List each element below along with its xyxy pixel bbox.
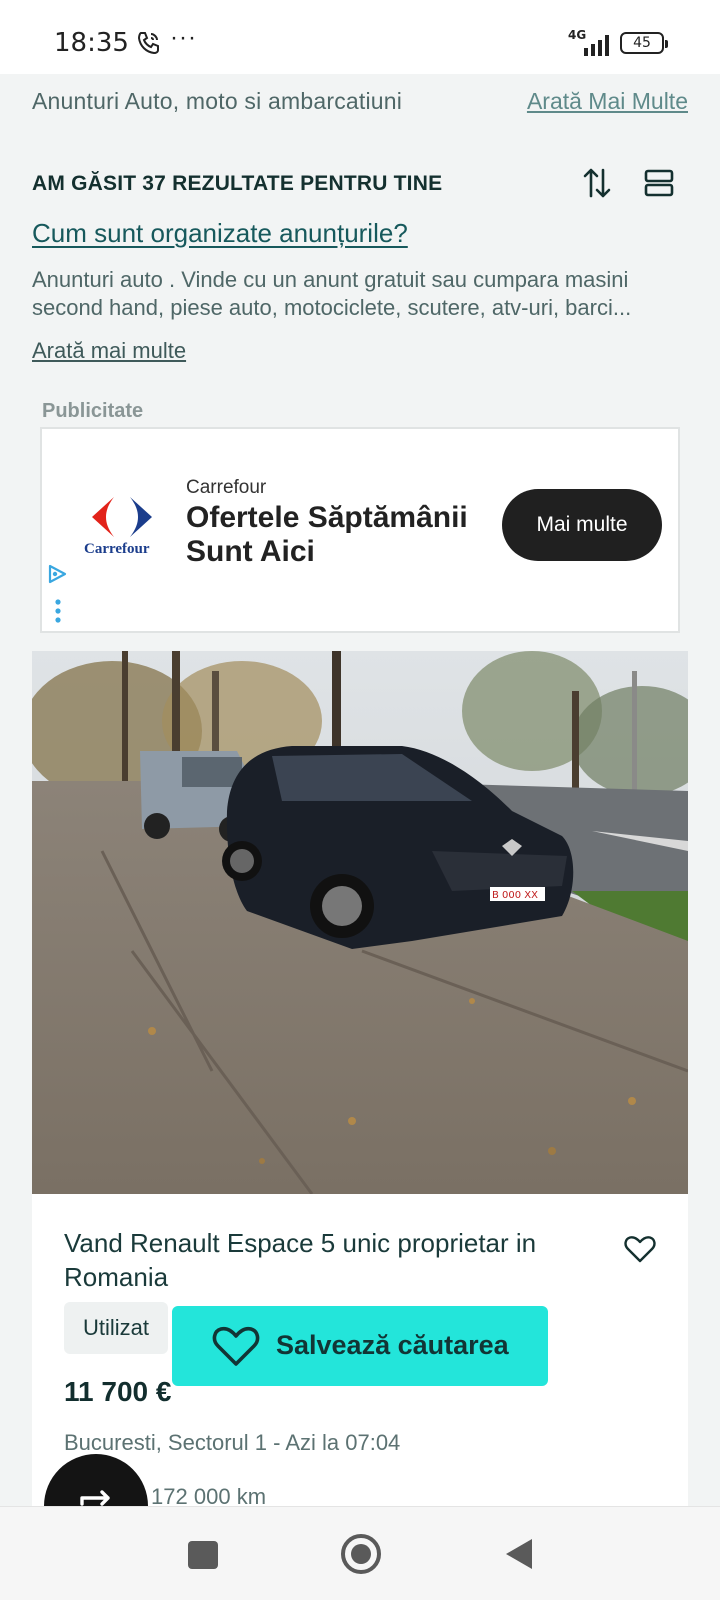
ad-advertiser: Carrefour <box>186 477 267 498</box>
battery-icon: 45 <box>620 32 668 54</box>
carrefour-logo-text: Carrefour <box>84 541 150 557</box>
car-photo-illustration: B 000 XX <box>32 651 688 1194</box>
listing-photo[interactable]: B 000 XX <box>32 651 688 1194</box>
heart-outline-icon <box>212 1326 260 1366</box>
save-search-label: Salvează căutarea <box>276 1330 509 1360</box>
show-more-description-link[interactable]: Arată mai multe <box>32 338 186 364</box>
show-more-categories-link[interactable]: Arată Mai Multe <box>527 88 688 115</box>
listing-title[interactable]: Vand Renault Espace 5 unic proprietar in… <box>64 1226 574 1294</box>
ad-options-icon[interactable] <box>55 599 61 623</box>
ad-label: Publicitate <box>42 400 144 422</box>
heart-icon[interactable] <box>624 1234 656 1264</box>
listing-location-date: Bucuresti, Sectorul 1 - Azi la 07:04 <box>64 1430 401 1455</box>
ad-headline: Ofertele Săptămânii Sunt Aici <box>186 501 468 568</box>
recents-icon[interactable] <box>188 1541 218 1569</box>
wifi-call-icon <box>137 32 159 55</box>
save-search-button[interactable]: Salvează căutarea <box>172 1306 548 1386</box>
back-icon[interactable] <box>504 1537 534 1571</box>
adchoices-icon[interactable] <box>46 563 68 585</box>
category-breadcrumb: Anunturi Auto, moto si ambarcatiuni <box>32 88 403 114</box>
results-count-title: AM GĂSIT 37 REZULTATE PENTRU TINE <box>32 172 443 195</box>
system-nav-bar <box>0 1506 720 1600</box>
ad-banner[interactable]: Carrefour Carrefour Ofertele Săptămânii … <box>40 427 680 633</box>
license-plate: B 000 XX <box>492 890 538 901</box>
category-description: Anunturi auto . Vinde cu un anunt gratui… <box>32 267 632 320</box>
condition-badge: Utilizat <box>64 1302 168 1354</box>
ad-more-button[interactable]: Mai multe <box>502 489 662 561</box>
home-icon[interactable] <box>340 1533 382 1575</box>
status-bar: 18:35 ··· 4G 45 <box>0 0 720 74</box>
how-listings-organized-link[interactable]: Cum sunt organizate anunțurile? <box>32 218 408 249</box>
list-view-icon[interactable] <box>644 168 674 198</box>
status-time: 18:35 <box>54 28 129 58</box>
signal-icon: 4G <box>568 28 612 56</box>
sort-icon[interactable] <box>582 166 612 200</box>
listing-price: 11 700 € <box>64 1376 172 1407</box>
more-notifications-icon: ··· <box>170 24 197 51</box>
